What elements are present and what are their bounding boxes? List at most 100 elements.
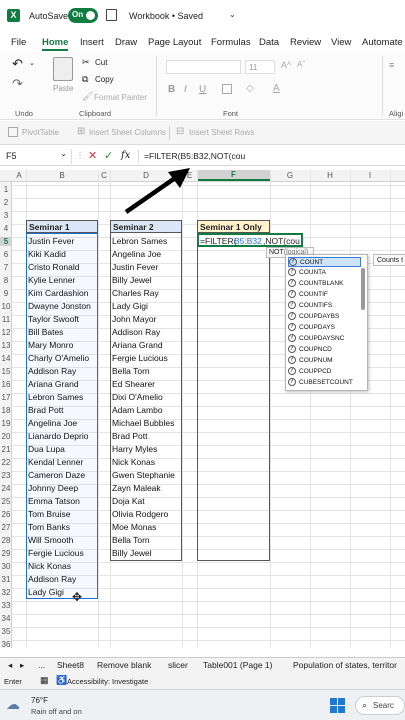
autocomplete-item[interactable]: f COUNTA xyxy=(288,268,361,278)
row-header[interactable]: 21 xyxy=(0,445,12,454)
table-cell[interactable]: Kiki Kadid xyxy=(26,248,98,261)
table-cell[interactable]: Will Smooth xyxy=(26,534,98,547)
borders-icon[interactable] xyxy=(222,84,232,94)
autocomplete-item[interactable]: f COUNTIF xyxy=(288,290,361,300)
weather-temp[interactable]: 76°F xyxy=(31,696,48,705)
font-color-icon[interactable]: A xyxy=(273,83,280,94)
table-cell[interactable]: Tom Banks xyxy=(26,521,98,534)
table-cell[interactable]: Michael Bubbles xyxy=(110,417,182,430)
table-cell[interactable]: Bella Torn xyxy=(110,534,182,547)
table-cell[interactable]: Dwayne Jonston xyxy=(26,300,98,313)
table-cell[interactable]: Adam Lambo xyxy=(110,404,182,417)
row-header[interactable]: 10 xyxy=(0,302,12,311)
table-cell[interactable]: Ed Shearer xyxy=(110,378,182,391)
row-header[interactable]: 3 xyxy=(0,211,12,220)
row-header[interactable]: 4 xyxy=(0,224,12,233)
table-cell[interactable]: Addison Ray xyxy=(26,365,98,378)
table-cell[interactable]: Taylor Swooft xyxy=(26,313,98,326)
column-header-f[interactable]: F xyxy=(197,170,270,181)
autocomplete-item[interactable]: f COUPNUM xyxy=(288,356,361,366)
redo-icon[interactable]: ↷ xyxy=(12,76,23,92)
font-size-box[interactable]: 11 xyxy=(245,60,275,74)
autocomplete-item[interactable]: f CUBESETCOUNT xyxy=(288,378,361,388)
table-cell[interactable]: Billy Jewel xyxy=(110,547,182,560)
chevron-down-icon[interactable]: ⌄ xyxy=(229,10,236,19)
row-header[interactable]: 12 xyxy=(0,328,12,337)
row-header[interactable]: 5 xyxy=(0,237,12,246)
clipboard-icon[interactable] xyxy=(53,57,73,81)
tab-file[interactable]: File xyxy=(11,37,26,48)
column-header-c[interactable]: C xyxy=(98,171,110,180)
accessibility-icon[interactable]: ♿ xyxy=(56,675,67,686)
paste-button[interactable]: Paste xyxy=(53,84,73,93)
tab-review[interactable]: Review xyxy=(290,37,321,48)
fill-color-icon[interactable]: ◇ xyxy=(246,83,254,94)
name-box[interactable]: F5 ⌄ xyxy=(2,149,72,164)
table-cell[interactable]: Olivia Rodgero xyxy=(110,508,182,521)
insert-rows-button[interactable]: Insert Sheet Rows xyxy=(189,128,254,137)
table-cell[interactable]: Johnny Deep xyxy=(26,482,98,495)
undo-icon[interactable]: ↶ xyxy=(12,56,23,72)
row-header[interactable]: 19 xyxy=(0,419,12,428)
row-header[interactable]: 29 xyxy=(0,549,12,558)
autocomplete-item[interactable]: f COUPPCD xyxy=(288,367,361,377)
insert-columns-icon[interactable]: ⊞ xyxy=(77,126,85,137)
weather-icon[interactable]: ☁ xyxy=(6,696,20,713)
tab-page-layout[interactable]: Page Layout xyxy=(148,37,201,48)
row-header[interactable]: 13 xyxy=(0,341,12,350)
row-header[interactable]: 34 xyxy=(0,614,12,623)
save-icon[interactable] xyxy=(106,9,117,21)
windows-start-icon[interactable] xyxy=(330,698,345,713)
table-cell[interactable]: Brad Pott xyxy=(110,430,182,443)
sheet-tab-more[interactable]: ... xyxy=(38,660,45,670)
table-cell[interactable]: Angelina Joe xyxy=(110,248,182,261)
column-header-b[interactable]: B xyxy=(26,171,98,180)
row-header[interactable]: 26 xyxy=(0,510,12,519)
row-header[interactable]: 15 xyxy=(0,367,12,376)
row-header[interactable]: 31 xyxy=(0,575,12,584)
font-name-box[interactable] xyxy=(166,60,241,74)
autocomplete-item[interactable]: f COUPNCD xyxy=(288,345,361,355)
table-cell[interactable]: Zayn Maleak xyxy=(110,482,182,495)
column-header-g[interactable]: G xyxy=(270,171,310,180)
table-cell[interactable]: Addison Ray xyxy=(26,573,98,586)
copy-button[interactable]: Copy xyxy=(95,75,114,84)
table-cell[interactable]: Cameron Daze xyxy=(26,469,98,482)
format-painter-icon[interactable]: 🖌 xyxy=(82,91,93,102)
insert-rows-icon[interactable]: ⊟ xyxy=(176,126,184,137)
sheet-tab-sheet8[interactable]: Sheet8 xyxy=(57,660,84,670)
autocomplete-scrollbar[interactable] xyxy=(361,268,365,310)
table-cell[interactable]: Brad Pott xyxy=(26,404,98,417)
tab-home[interactable]: Home xyxy=(42,37,68,48)
row-header[interactable]: 27 xyxy=(0,523,12,532)
table-cell[interactable]: Billy Jewel xyxy=(110,274,182,287)
row-header[interactable]: 24 xyxy=(0,484,12,493)
autocomplete-item[interactable]: f COUPDAYSNC xyxy=(288,334,361,344)
taskbar-search-box[interactable]: ⌕ Searc xyxy=(355,696,405,715)
table-cell[interactable]: Justin Fever xyxy=(110,261,182,274)
seminar1-only-header[interactable]: Seminar 1 Only xyxy=(197,220,270,233)
table-cell[interactable]: Gwen Stephanie xyxy=(110,469,182,482)
tab-formulas[interactable]: Formulas xyxy=(211,37,251,48)
active-cell-f5[interactable]: =FILTER( B5:B32 ,NOT(cou xyxy=(197,233,303,247)
row-header[interactable]: 32 xyxy=(0,588,12,597)
row-header[interactable]: 30 xyxy=(0,562,12,571)
row-header[interactable]: 35 xyxy=(0,627,12,636)
sheet-tab-table001[interactable]: Table001 (Page 1) xyxy=(203,660,272,670)
table-cell[interactable]: Emma Tatson xyxy=(26,495,98,508)
table-cell[interactable]: Lebron Sames xyxy=(26,391,98,404)
decrease-font-icon[interactable]: Aˇ xyxy=(297,60,305,69)
row-header[interactable]: 33 xyxy=(0,601,12,610)
row-header[interactable]: 25 xyxy=(0,497,12,506)
table-cell[interactable]: Justin Fever xyxy=(26,235,98,248)
autocomplete-item[interactable]: f COUNT xyxy=(288,257,361,267)
table-cell[interactable]: Lady Gigi xyxy=(110,300,182,313)
row-header[interactable]: 1 xyxy=(0,185,12,194)
accessibility-status[interactable]: Accessibility: Investigate xyxy=(67,677,148,686)
table-cell[interactable]: Ariana Grand xyxy=(110,339,182,352)
enter-icon[interactable]: ✓ xyxy=(104,149,113,162)
table-cell[interactable]: Lady Gigi xyxy=(26,586,98,599)
autocomplete-item[interactable]: f COUNTIFS xyxy=(288,301,361,311)
underline-button[interactable]: U xyxy=(199,84,206,95)
table-cell[interactable]: Harry Myles xyxy=(110,443,182,456)
